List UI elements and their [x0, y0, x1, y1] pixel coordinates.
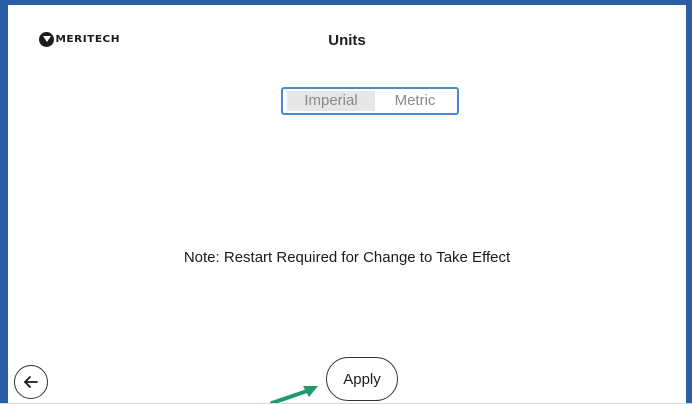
metric-option[interactable]: Metric [375, 91, 455, 111]
restart-note: Note: Restart Required for Change to Tak… [183, 249, 511, 266]
app-window: MERITECH Units Imperial Metric Note: Res… [0, 0, 692, 404]
page-title: Units [328, 32, 366, 49]
imperial-option[interactable]: Imperial [287, 91, 375, 111]
back-arrow-icon [24, 376, 38, 388]
apply-button[interactable]: Apply [326, 357, 398, 401]
units-toggle: Imperial Metric [281, 87, 459, 115]
back-button[interactable] [14, 365, 48, 399]
pointer-arrow-icon [270, 386, 318, 404]
